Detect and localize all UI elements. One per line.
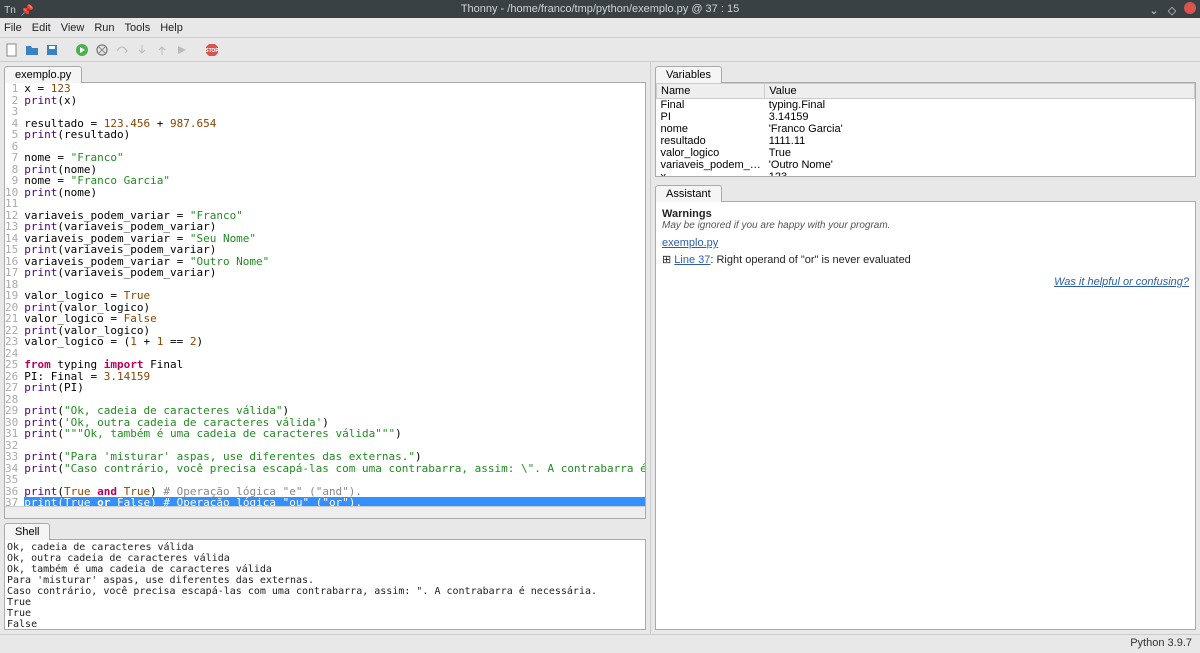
assistant-file-link[interactable]: exemplo.py	[662, 237, 718, 249]
menu-view[interactable]: View	[61, 22, 85, 34]
variable-row[interactable]: nome'Franco Garcia'	[657, 123, 1195, 135]
assistant-output: Warnings May be ignored if you are happy…	[655, 201, 1196, 630]
save-file-icon[interactable]	[44, 42, 60, 58]
stop-icon[interactable]: STOP	[204, 42, 220, 58]
warning-line-link[interactable]: Line 37	[674, 254, 710, 266]
shell-tab[interactable]: Shell	[4, 523, 50, 540]
variable-row[interactable]: Finaltyping.Final	[657, 99, 1195, 112]
python-version: Python 3.9.7	[1130, 637, 1192, 649]
menubar: File Edit View Run Tools Help	[0, 18, 1200, 38]
menu-tools[interactable]: Tools	[125, 22, 151, 34]
variables-tab[interactable]: Variables	[655, 66, 722, 83]
feedback-link[interactable]: Was it helpful or confusing?	[1054, 276, 1189, 288]
svg-text:STOP: STOP	[205, 48, 219, 54]
window-titlebar: Tn 📌 Thonny - /home/franco/tmp/python/ex…	[0, 0, 1200, 18]
app-icon: Tn	[4, 2, 16, 14]
variables-table[interactable]: Name Value Finaltyping.FinalPI3.14159nom…	[655, 82, 1196, 177]
open-file-icon[interactable]	[24, 42, 40, 58]
maximize-icon[interactable]: ◇	[1166, 2, 1178, 14]
minimize-icon[interactable]: ⌄	[1148, 2, 1160, 14]
line-gutter: 1234567891011121314151617181920212223242…	[5, 83, 24, 506]
assistant-tabs: Assistant	[651, 181, 1200, 201]
resume-icon[interactable]	[174, 42, 190, 58]
menu-edit[interactable]: Edit	[32, 22, 51, 34]
var-col-name[interactable]: Name	[657, 84, 765, 99]
pin-icon[interactable]: 📌	[20, 2, 32, 14]
run-icon[interactable]	[74, 42, 90, 58]
expand-icon[interactable]: ⊞	[662, 254, 674, 266]
toolbar: STOP	[0, 38, 1200, 62]
warning-text: : Right operand of "or" is never evaluat…	[710, 254, 910, 266]
window-title: Thonny - /home/franco/tmp/python/exemplo…	[461, 3, 739, 15]
editor-tabs: exemplo.py	[0, 62, 650, 82]
step-out-icon[interactable]	[154, 42, 170, 58]
variable-row[interactable]: valor_logicoTrue	[657, 147, 1195, 159]
variable-row[interactable]: x123	[657, 171, 1195, 177]
variables-tabs: Variables	[651, 62, 1200, 82]
step-over-icon[interactable]	[114, 42, 130, 58]
warnings-subtitle: May be ignored if you are happy with you…	[662, 220, 1189, 231]
menu-help[interactable]: Help	[160, 22, 183, 34]
shell-tabs: Shell	[0, 519, 650, 539]
variable-row[interactable]: PI3.14159	[657, 111, 1195, 123]
horizontal-scrollbar[interactable]	[5, 506, 645, 518]
menu-file[interactable]: File	[4, 22, 22, 34]
variable-row[interactable]: resultado1111.11	[657, 135, 1195, 147]
step-into-icon[interactable]	[134, 42, 150, 58]
warnings-heading: Warnings	[662, 208, 1189, 220]
editor-tab[interactable]: exemplo.py	[4, 66, 82, 83]
menu-run[interactable]: Run	[94, 22, 114, 34]
close-icon[interactable]	[1184, 2, 1196, 14]
debug-icon[interactable]	[94, 42, 110, 58]
statusbar: Python 3.9.7	[0, 634, 1200, 653]
code-area[interactable]: x = 123print(x) resultado = 123.456 + 98…	[24, 83, 645, 506]
shell-output[interactable]: Ok, cadeia de caracteres válidaOk, outra…	[4, 539, 646, 630]
variables-body: Finaltyping.FinalPI3.14159nome'Franco Ga…	[657, 99, 1195, 178]
variable-row[interactable]: variaveis_podem_…'Outro Nome'	[657, 159, 1195, 171]
var-col-value[interactable]: Value	[765, 84, 1195, 99]
code-editor[interactable]: 1234567891011121314151617181920212223242…	[5, 83, 645, 506]
warning-item[interactable]: ⊞ Line 37: Right operand of "or" is neve…	[662, 253, 1189, 266]
assistant-tab[interactable]: Assistant	[655, 185, 722, 202]
editor-panel: 1234567891011121314151617181920212223242…	[4, 82, 646, 519]
new-file-icon[interactable]	[4, 42, 20, 58]
